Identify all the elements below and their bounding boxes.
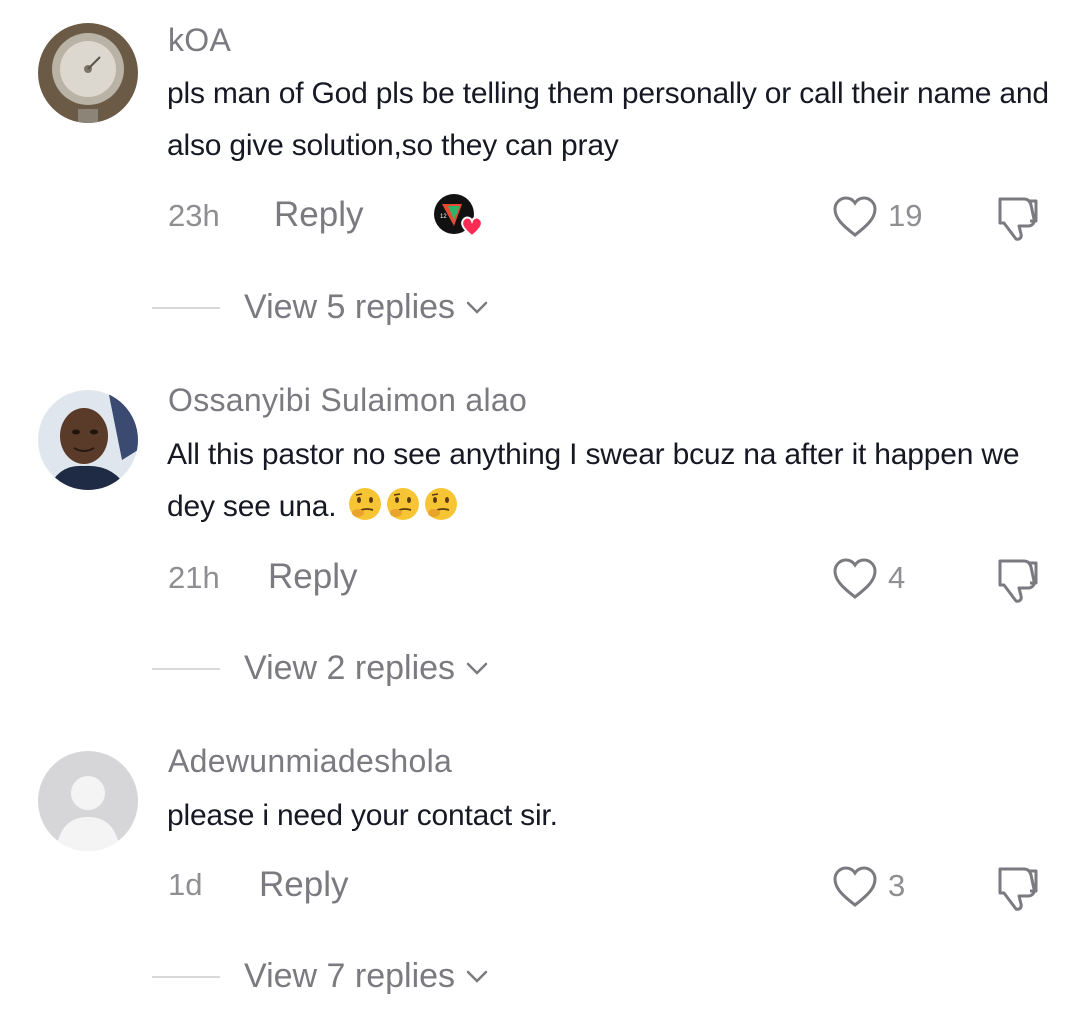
heart-icon[interactable]	[832, 865, 878, 909]
comment-username[interactable]: kOA	[168, 22, 231, 59]
like-count: 19	[888, 198, 923, 233]
chevron-down-icon	[466, 301, 488, 314]
view-replies-button[interactable]: View 2 replies	[244, 649, 489, 688]
user-avatar[interactable]	[38, 23, 138, 123]
thinking-face-icon	[385, 486, 421, 522]
like-count: 3	[888, 868, 906, 903]
comment-username[interactable]: Adewunmiadeshola	[168, 743, 452, 780]
comment-username[interactable]: Ossanyibi Sulaimon alao	[168, 382, 527, 419]
dislike-icon[interactable]	[992, 555, 1042, 603]
dislike-icon[interactable]	[992, 863, 1042, 911]
comment-text: pls man of God pls be telling them perso…	[167, 77, 1049, 162]
chevron-down-icon	[466, 662, 488, 675]
comment-timestamp: 1d	[168, 867, 203, 902]
comment-timestamp: 23h	[168, 198, 220, 233]
comment-text: please i need your contact sir.	[167, 799, 558, 832]
creator-liked-icon: 12	[432, 190, 488, 242]
replies-divider	[152, 307, 220, 309]
user-avatar[interactable]	[38, 390, 138, 490]
replies-divider	[152, 976, 220, 978]
chevron-down-icon	[466, 970, 488, 983]
view-replies-button[interactable]: View 5 replies	[244, 288, 489, 327]
replies-divider	[152, 668, 220, 670]
comment-timestamp: 21h	[168, 560, 220, 595]
heart-icon[interactable]	[832, 557, 878, 601]
reply-button[interactable]: Reply	[268, 557, 357, 597]
view-replies-label: View 7 replies	[244, 957, 456, 995]
like-count: 4	[888, 560, 906, 595]
heart-icon[interactable]	[832, 195, 878, 239]
view-replies-label: View 5 replies	[244, 288, 456, 326]
user-avatar[interactable]	[38, 751, 138, 851]
thinking-face-icon	[347, 486, 383, 522]
comment-text: All this pastor no see anything I swear …	[167, 429, 1052, 533]
comment-text-body: All this pastor no see anything I swear …	[167, 438, 1020, 523]
dislike-icon[interactable]	[992, 193, 1042, 241]
reply-button[interactable]: Reply	[259, 865, 348, 905]
thinking-face-icon	[423, 486, 459, 522]
view-replies-label: View 2 replies	[244, 649, 456, 687]
svg-text:12: 12	[440, 214, 447, 220]
view-replies-button[interactable]: View 7 replies	[244, 957, 489, 996]
reply-button[interactable]: Reply	[274, 195, 363, 235]
